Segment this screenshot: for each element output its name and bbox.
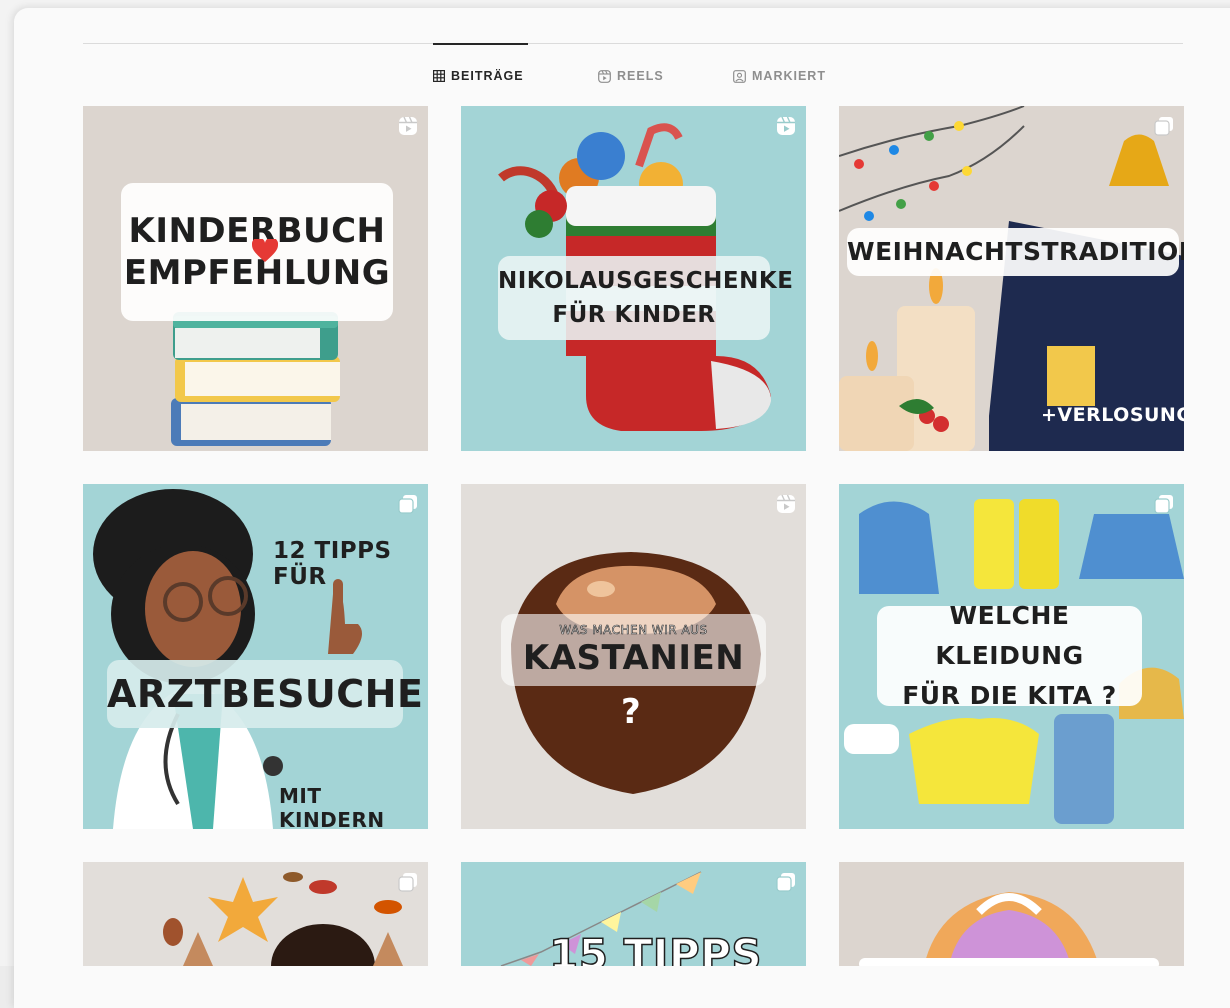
tab-reels[interactable]: REELS: [598, 66, 664, 86]
post-caption-line: 15 TIPPS: [548, 929, 763, 966]
post-caption-line: FÜR KINDER: [552, 302, 716, 328]
carousel-indicator-icon: [776, 873, 795, 892]
post-caption-line: WEIHNACHTSTRADITIONEN: [847, 237, 1184, 266]
autumn-leaves-illustration: [163, 872, 403, 966]
reel-indicator-icon: [777, 494, 795, 513]
heart-icon: [252, 239, 278, 262]
post-tile[interactable]: WEIHNACHTSTRADITIONEN +VERLOSUNG: [839, 106, 1184, 451]
tab-divider: [83, 43, 1183, 44]
christmas-illustration: [839, 106, 1184, 451]
post-tile[interactable]: KINDERBUCH EMPFEHLUNG: [83, 106, 428, 451]
backpack-illustration: [859, 892, 1159, 966]
post-caption-bubble: WELCHE KLEIDUNG FÜR DIE KITA ?: [877, 601, 1142, 710]
post-tile[interactable]: WELCHE KLEIDUNG FÜR DIE KITA ?: [839, 484, 1184, 829]
active-tab-indicator: [433, 43, 528, 45]
post-caption-bubble: WAS MACHEN WIR AUS KASTANIEN: [501, 614, 766, 686]
tab-posts[interactable]: BEITRÄGE: [433, 66, 524, 86]
post-caption-bubble: NIKOLAUSGESCHENKE FÜR KINDER: [498, 256, 794, 340]
tab-reels-label: REELS: [617, 69, 664, 83]
post-caption-question: ?: [621, 692, 642, 732]
post-tile[interactable]: [839, 862, 1184, 966]
post-caption-line: FÜR DIE KITA ?: [902, 681, 1117, 710]
reels-icon: [598, 69, 611, 83]
tab-tagged[interactable]: MARKIERT: [733, 66, 826, 86]
carousel-indicator-icon: [398, 873, 417, 892]
post-tile[interactable]: 15 TIPPS: [461, 862, 806, 966]
post-caption-line: KASTANIEN: [522, 638, 745, 678]
post-tile[interactable]: WAS MACHEN WIR AUS KASTANIEN ?: [461, 484, 806, 829]
tagged-icon: [733, 69, 746, 83]
post-caption-line: ARZTBESUCHE: [107, 672, 424, 716]
post-caption-line: WELCHE KLEIDUNG: [935, 601, 1084, 670]
post-extra-label: +VERLOSUNG: [1041, 404, 1184, 426]
carousel-indicator-icon: [398, 495, 417, 514]
carousel-indicator-icon: [1154, 495, 1173, 514]
post-tile[interactable]: [83, 862, 428, 966]
post-caption-bubble: ARZTBESUCHE: [107, 660, 424, 728]
tab-tagged-label: MARKIERT: [752, 69, 826, 83]
page: BEITRÄGE REELS MARKIERT KINDERBUCH EMPFE…: [0, 0, 1230, 1008]
post-caption-bubble: WEIHNACHTSTRADITIONEN: [847, 228, 1184, 276]
doctor-illustration: [93, 489, 362, 829]
post-caption-top: 12 TIPPS FÜR: [273, 538, 392, 590]
reel-indicator-icon: [399, 116, 417, 135]
reel-indicator-icon: [777, 116, 795, 135]
carousel-indicator-icon: [1154, 117, 1173, 136]
post-caption-small: WAS MACHEN WIR AUS: [559, 623, 708, 638]
post-tile[interactable]: 12 TIPPS FÜR ARZTBESUCHE MIT KINDERN: [83, 484, 428, 829]
post-caption-line: NIKOLAUSGESCHENKE: [498, 268, 794, 294]
grid-icon: [433, 70, 445, 82]
post-tile[interactable]: NIKOLAUSGESCHENKE FÜR KINDER: [461, 106, 806, 451]
tab-posts-label: BEITRÄGE: [451, 69, 524, 83]
post-caption-bottom: MIT KINDERN: [279, 784, 385, 829]
